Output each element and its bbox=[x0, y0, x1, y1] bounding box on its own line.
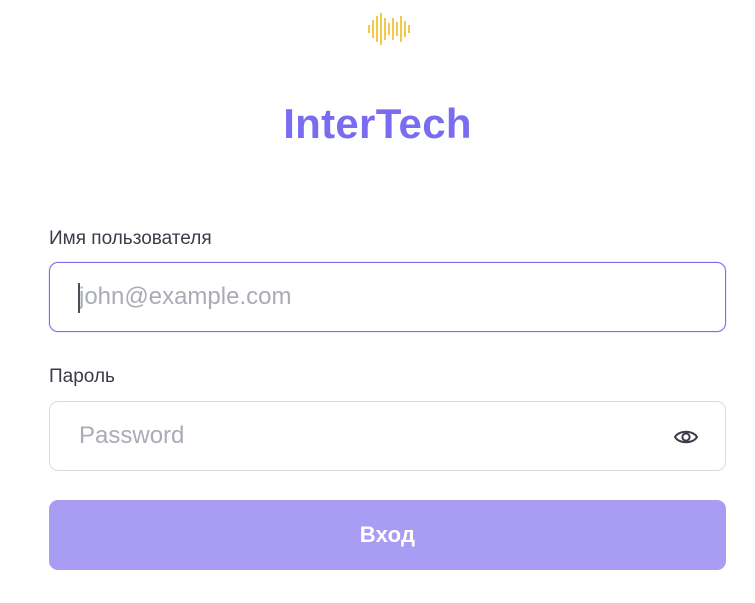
text-cursor bbox=[78, 283, 80, 313]
password-label: Пароль bbox=[49, 366, 115, 387]
username-field-container bbox=[49, 262, 726, 332]
login-button[interactable]: Вход bbox=[49, 500, 726, 570]
username-input[interactable] bbox=[50, 263, 725, 331]
password-input[interactable] bbox=[50, 402, 725, 470]
username-label: Имя пользователя bbox=[49, 228, 212, 249]
password-field-container bbox=[49, 401, 726, 471]
brand-title: InterTech bbox=[283, 100, 472, 147]
sound-wave-icon bbox=[368, 13, 410, 45]
eye-icon[interactable] bbox=[673, 426, 699, 448]
login-page: InterTech Имя пользователя Пароль Вход bbox=[0, 0, 755, 603]
